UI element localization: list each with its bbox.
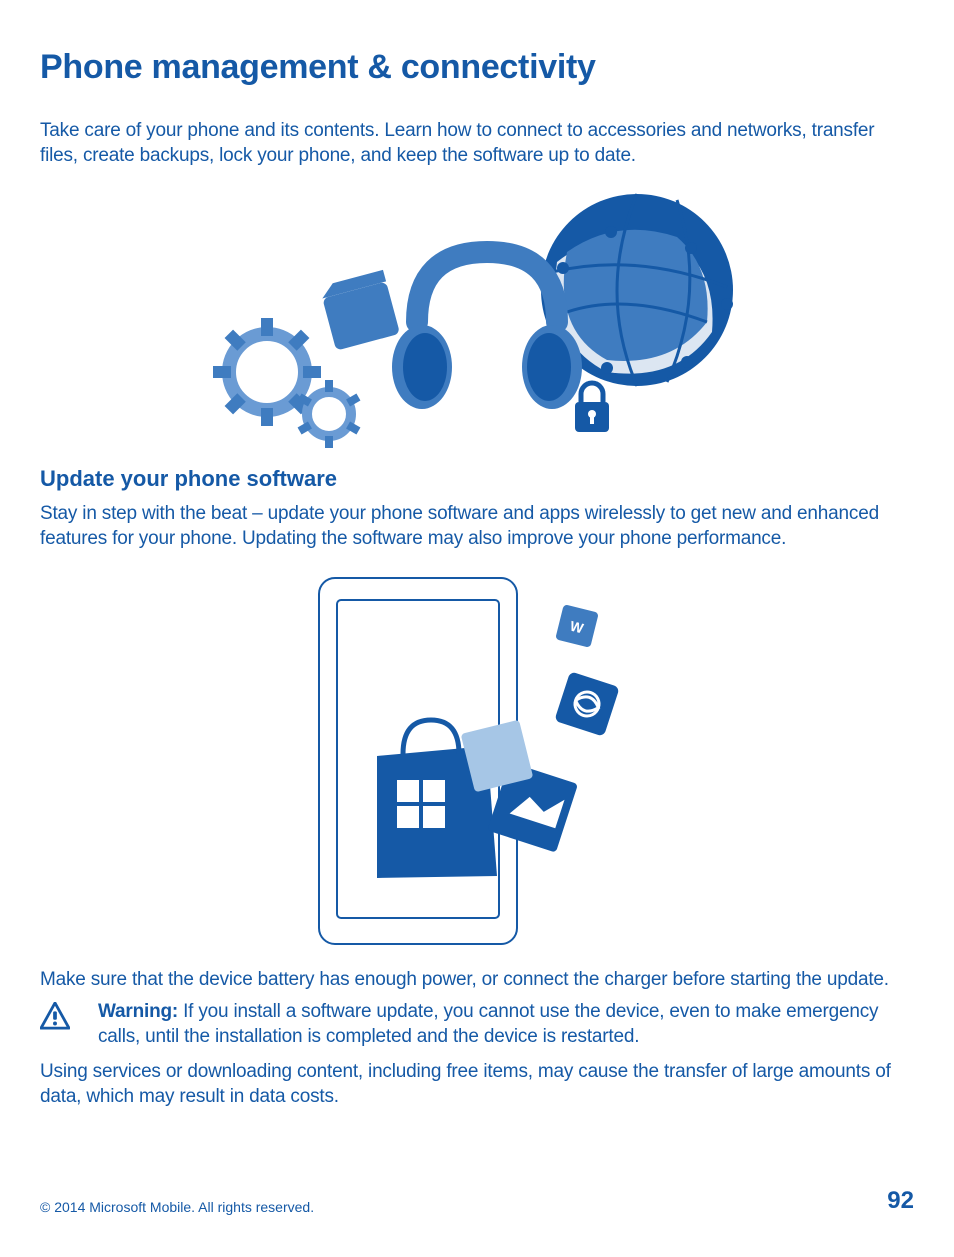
section-p3: Using services or downloading content, i… — [40, 1060, 914, 1109]
phone-apps-illustration: W — [40, 576, 914, 956]
lock-icon — [575, 383, 609, 432]
warning-text: Warning: If you install a software updat… — [84, 1000, 914, 1049]
page-title: Phone management & connectivity — [40, 48, 914, 87]
page-footer: © 2014 Microsoft Mobile. All rights rese… — [40, 1187, 914, 1215]
app-tile — [554, 671, 620, 737]
warning-body: If you install a software update, you ca… — [98, 1001, 878, 1047]
copyright-text: © 2014 Microsoft Mobile. All rights rese… — [40, 1199, 314, 1215]
intro-paragraph: Take care of your phone and its contents… — [40, 119, 914, 168]
section-p2: Make sure that the device battery has en… — [40, 968, 914, 993]
app-tile: W — [555, 604, 599, 648]
warning-icon — [40, 1002, 70, 1030]
headphones-icon — [392, 252, 582, 409]
section-heading-update: Update your phone software — [40, 466, 914, 492]
page-number: 92 — [887, 1187, 914, 1215]
warning-block: Warning: If you install a software updat… — [40, 1000, 914, 1049]
sd-card-icon — [319, 270, 400, 351]
section-p1: Stay in step with the beat – update your… — [40, 502, 914, 551]
connectivity-illustration — [40, 192, 914, 448]
warning-label: Warning: — [98, 1001, 178, 1022]
